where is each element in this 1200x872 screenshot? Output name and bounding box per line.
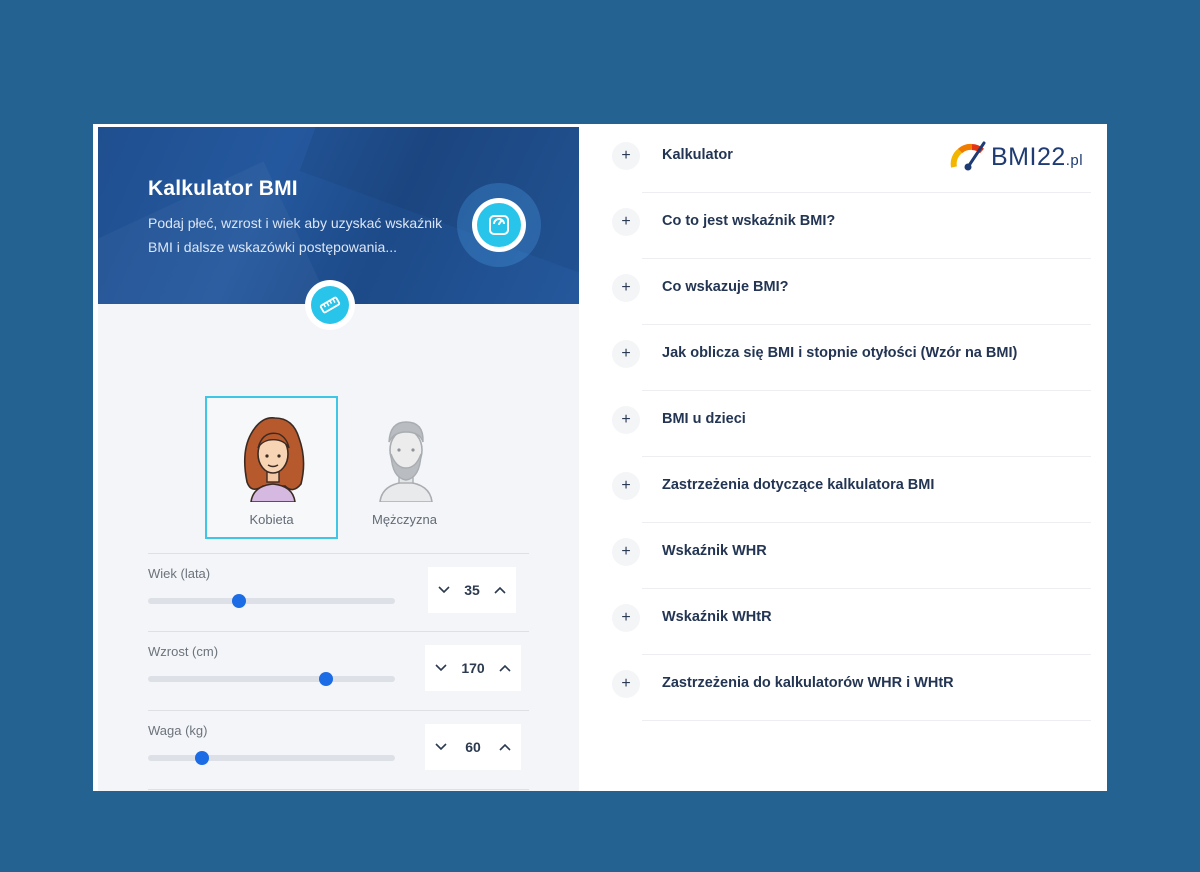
accordion-item[interactable]: + Kalkulator: [612, 127, 1091, 193]
accordion-item-label: Wskaźnik WHtR: [662, 609, 772, 625]
plus-icon[interactable]: +: [612, 604, 640, 632]
plus-icon[interactable]: +: [612, 406, 640, 434]
weight-label: Waga (kg): [148, 723, 208, 738]
accordion-item[interactable]: + BMI u dzieci: [612, 391, 1091, 457]
age-slider-knob[interactable]: [232, 594, 247, 608]
accordion-item[interactable]: + Zastrzeżenia do kalkulatorów WHR i WHtR: [612, 655, 1091, 721]
bathroom-scale-icon: [489, 215, 509, 235]
accordion-item[interactable]: + Co wskazuje BMI?: [612, 259, 1091, 325]
plus-icon[interactable]: +: [612, 142, 640, 170]
chevron-down-icon: [438, 586, 450, 594]
divider: [148, 710, 529, 711]
height-value[interactable]: 170: [461, 660, 484, 676]
divider: [148, 553, 529, 554]
accordion-item[interactable]: + Wskaźnik WHtR: [612, 589, 1091, 655]
calculator-header: Kalkulator BMI Podaj płeć, wzrost i wiek…: [98, 127, 579, 304]
height-slider-knob[interactable]: [318, 672, 333, 686]
age-value[interactable]: 35: [464, 582, 480, 598]
accordion-item-label: Jak oblicza się BMI i stopnie otyłości (…: [662, 345, 1018, 361]
accordion-item[interactable]: + Zastrzeżenia dotyczące kalkulatora BMI: [612, 457, 1091, 523]
weight-stepper[interactable]: 60: [425, 724, 521, 770]
age-label: Wiek (lata): [148, 566, 211, 581]
accordion-item-label: BMI u dzieci: [662, 411, 746, 427]
divider: [642, 720, 1091, 721]
accordion-item-label: Kalkulator: [662, 147, 733, 163]
plus-icon[interactable]: +: [612, 274, 640, 302]
accordion-item[interactable]: + Jak oblicza się BMI i stopnie otyłości …: [612, 325, 1091, 391]
chevron-up-icon: [499, 664, 511, 672]
accordion-item-label: Zastrzeżenia dotyczące kalkulatora BMI: [662, 477, 935, 493]
weight-value[interactable]: 60: [465, 739, 481, 755]
plus-icon[interactable]: +: [612, 340, 640, 368]
accordion-item[interactable]: + Co to jest wskaźnik BMI?: [612, 193, 1091, 259]
weight-increase-button[interactable]: [497, 739, 513, 755]
bmi-calculator-tab-button[interactable]: [472, 198, 526, 252]
weight-slider-knob[interactable]: [195, 751, 210, 765]
age-increase-button[interactable]: [492, 582, 508, 598]
accordion-item-label: Co to jest wskaźnik BMI?: [662, 213, 836, 229]
height-decrease-button[interactable]: [433, 660, 449, 676]
plus-icon[interactable]: +: [612, 208, 640, 236]
chevron-up-icon: [499, 743, 511, 751]
height-label: Wzrost (cm): [148, 644, 219, 659]
gender-label-male: Mężczyzna: [371, 512, 438, 527]
man-avatar-icon: [379, 421, 433, 502]
accordion-item-label: Zastrzeżenia do kalkulatorów WHR i WHtR: [662, 675, 954, 691]
weight-slider[interactable]: [148, 751, 395, 765]
gender-label-female: Kobieta: [249, 512, 294, 527]
chevron-down-icon: [435, 664, 447, 672]
height-stepper[interactable]: 170: [425, 645, 521, 691]
ruler-icon: [319, 296, 341, 314]
gender-option-female[interactable]: Kobieta: [205, 396, 338, 539]
accordion-item-label: Wskaźnik WHR: [662, 543, 767, 559]
woman-avatar-icon: [243, 417, 305, 502]
calculator-title: Kalkulator BMI: [148, 177, 298, 200]
calculator-description: Podaj płeć, wzrost i wiek aby uzyskać ws…: [148, 215, 443, 255]
chevron-down-icon: [435, 743, 447, 751]
divider: [148, 789, 529, 790]
content-frame: Kalkulator BMI Podaj płeć, wzrost i wiek…: [93, 124, 1107, 791]
calculator-panel: Kalkulator BMI Podaj płeć, wzrost i wiek…: [98, 127, 579, 791]
divider: [148, 631, 529, 632]
age-slider[interactable]: [148, 594, 395, 608]
accordion-item-label: Co wskazuje BMI?: [662, 279, 789, 295]
plus-icon[interactable]: +: [612, 670, 640, 698]
height-slider[interactable]: [148, 672, 395, 686]
height-increase-button[interactable]: [497, 660, 513, 676]
chevron-up-icon: [494, 586, 506, 594]
age-stepper[interactable]: 35: [428, 567, 516, 613]
height-tab-button[interactable]: [305, 280, 355, 330]
plus-icon[interactable]: +: [612, 472, 640, 500]
weight-decrease-button[interactable]: [433, 739, 449, 755]
age-decrease-button[interactable]: [436, 582, 452, 598]
accordion-item[interactable]: + Wskaźnik WHR: [612, 523, 1091, 589]
gender-option-male[interactable]: Mężczyzna: [338, 396, 471, 539]
plus-icon[interactable]: +: [612, 538, 640, 566]
